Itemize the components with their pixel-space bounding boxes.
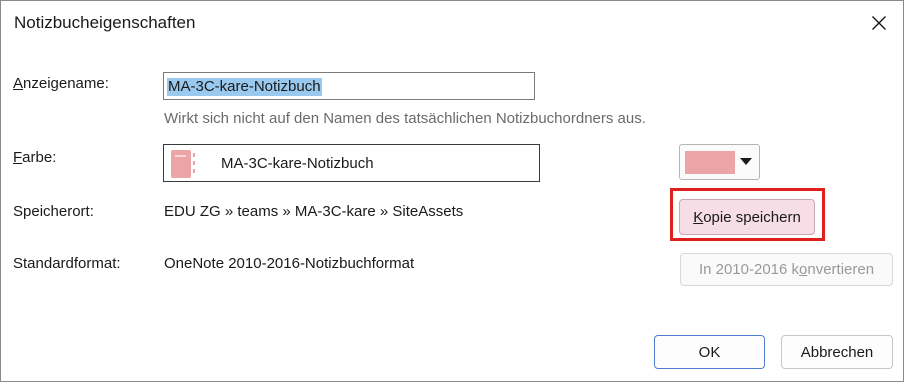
title-bar: Notizbucheigenschaften [1, 1, 903, 45]
color-mnemonic: F [13, 149, 23, 166]
location-label: Speicherort: [13, 203, 94, 220]
display-name-selected-text[interactable]: MA-3C-kare-Notizbuch [167, 78, 322, 96]
color-swatch [685, 151, 735, 174]
save-copy-label: opie speichern [703, 208, 801, 226]
close-button[interactable] [861, 5, 897, 41]
notebook-properties-dialog: Notizbucheigenschaften Anzeigename: MA-3… [0, 0, 904, 382]
format-label: Standardformat: [13, 255, 121, 272]
ok-button[interactable]: OK [654, 335, 765, 369]
color-label: Farbe: [13, 149, 56, 166]
format-value: OneNote 2010-2016-Notizbuchformat [164, 255, 415, 272]
display-name-label-text: nzeigename: [23, 75, 109, 92]
display-name-mnemonic: A [13, 75, 24, 92]
notebook-color-name: MA-3C-kare-Notizbuch [221, 155, 374, 172]
convert-button[interactable]: In 2010-2016 k o nvertieren [680, 253, 893, 286]
display-name-label: Anzeigename: [13, 75, 109, 92]
convert-label-end: nvertieren [807, 261, 875, 278]
display-name-input[interactable]: MA-3C-kare-Notizbuch [163, 72, 535, 100]
convert-label-start: In 2010-2016 k [698, 261, 800, 278]
caret-down-icon [740, 158, 752, 165]
dialog-title: Notizbucheigenschaften [14, 13, 196, 32]
cancel-button[interactable]: Abbrechen [781, 335, 893, 369]
location-value: EDU ZG » teams » MA-3C-kare » SiteAssets [164, 203, 464, 220]
color-picker-dropdown[interactable] [679, 144, 760, 180]
save-copy-mnemonic: K [693, 208, 704, 226]
notebook-icon [171, 150, 195, 178]
close-icon [872, 16, 886, 30]
convert-mnemonic: o [799, 261, 808, 278]
save-copy-button[interactable]: Kopie speichern [679, 199, 815, 235]
color-label-text: arbe: [22, 149, 57, 166]
notebook-color-preview: MA-3C-kare-Notizbuch [163, 144, 540, 182]
display-name-hint: Wirkt sich nicht auf den Namen des tatsä… [164, 110, 646, 127]
